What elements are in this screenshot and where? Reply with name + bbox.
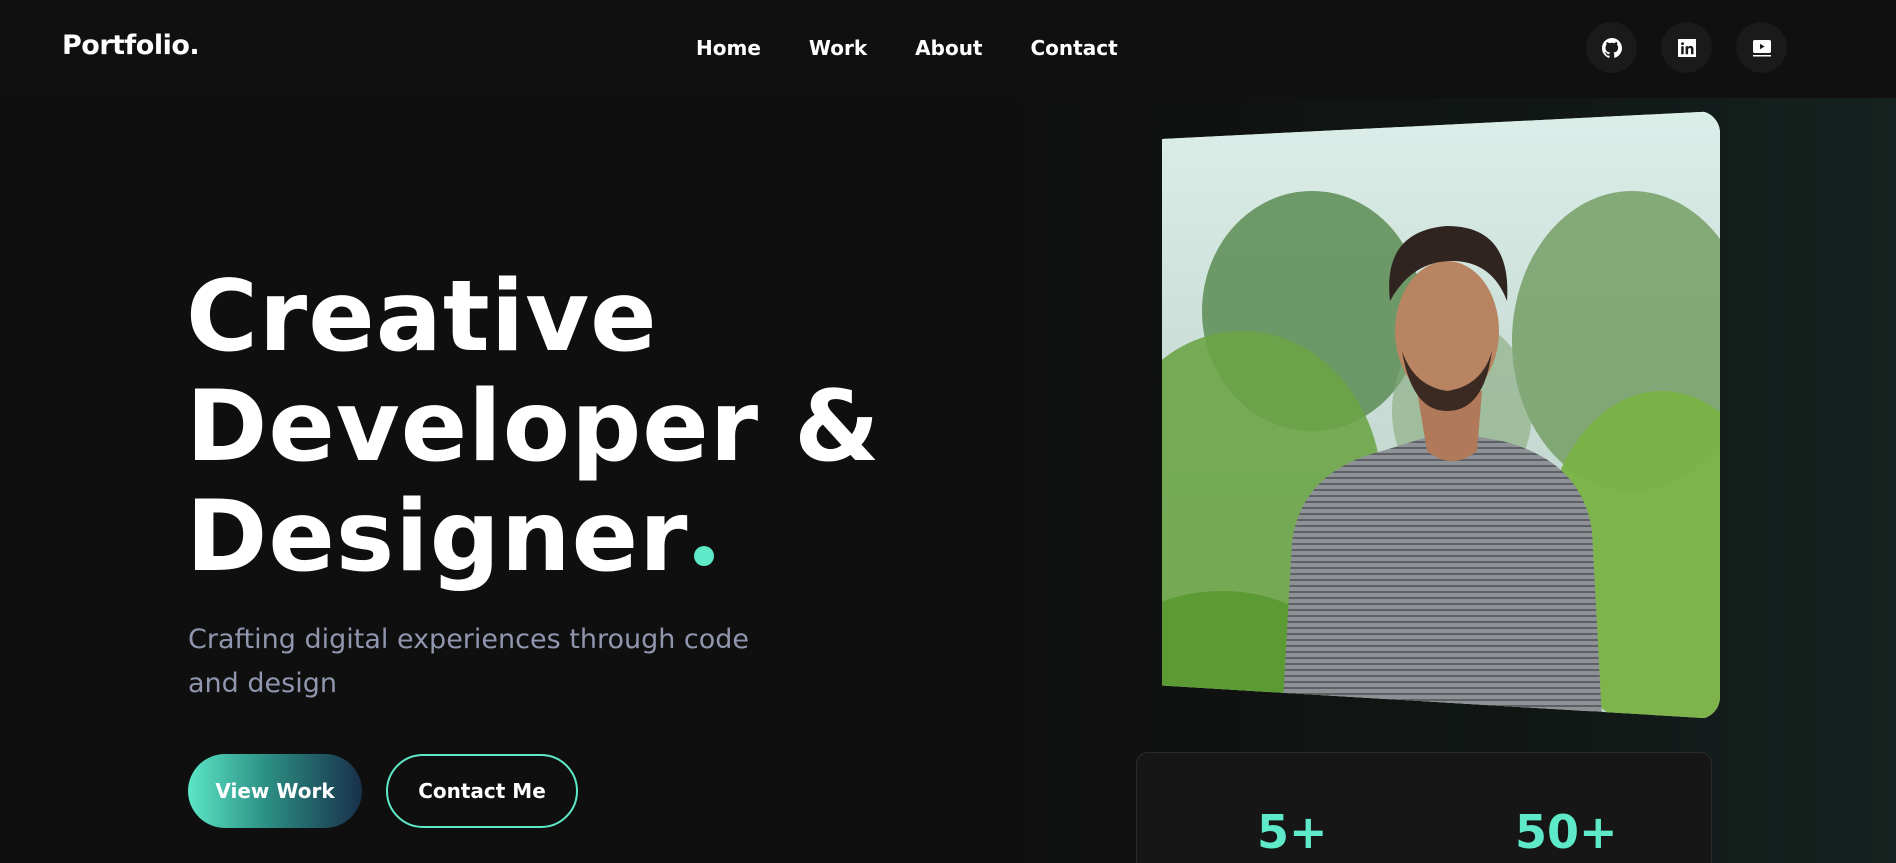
- nav-link-home[interactable]: Home: [696, 36, 761, 60]
- hero-title-line-3-wrapper: Designer: [186, 482, 881, 592]
- logo[interactable]: Portfolio.: [62, 30, 200, 61]
- stat-value-experience: 5+: [1257, 805, 1328, 859]
- youtube-button[interactable]: [1736, 22, 1787, 73]
- hero-subtitle: Crafting digital experiences through cod…: [188, 624, 750, 699]
- social-links: [1586, 22, 1787, 73]
- hero-title-line-3: Designer: [186, 480, 689, 594]
- nav-links: Home Work About Contact: [696, 36, 1166, 60]
- view-work-button[interactable]: View Work: [188, 754, 362, 828]
- nav-link-about[interactable]: About: [915, 36, 982, 60]
- profile-photo: [1162, 111, 1720, 719]
- nav-link-work[interactable]: Work: [809, 36, 867, 60]
- youtube-icon: [1752, 39, 1771, 56]
- linkedin-button[interactable]: [1661, 22, 1712, 73]
- navbar: Portfolio. Home Work About Contact: [0, 0, 1896, 98]
- hero-title-line-2: Developer &: [186, 370, 881, 484]
- linkedin-icon: [1677, 38, 1696, 57]
- nav-link-contact[interactable]: Contact: [1031, 36, 1118, 60]
- stats-card: 5+ 50+: [1136, 752, 1712, 863]
- hero-title: Creative Developer & Designer: [186, 262, 881, 592]
- accent-dot: [694, 546, 715, 566]
- contact-me-button[interactable]: Contact Me: [386, 754, 578, 828]
- stat-value-projects: 50+: [1515, 805, 1618, 859]
- hero-title-line-1: Creative: [186, 260, 658, 374]
- profile-photo-illustration: [1162, 111, 1720, 719]
- github-button[interactable]: [1586, 22, 1637, 73]
- github-icon: [1601, 37, 1622, 58]
